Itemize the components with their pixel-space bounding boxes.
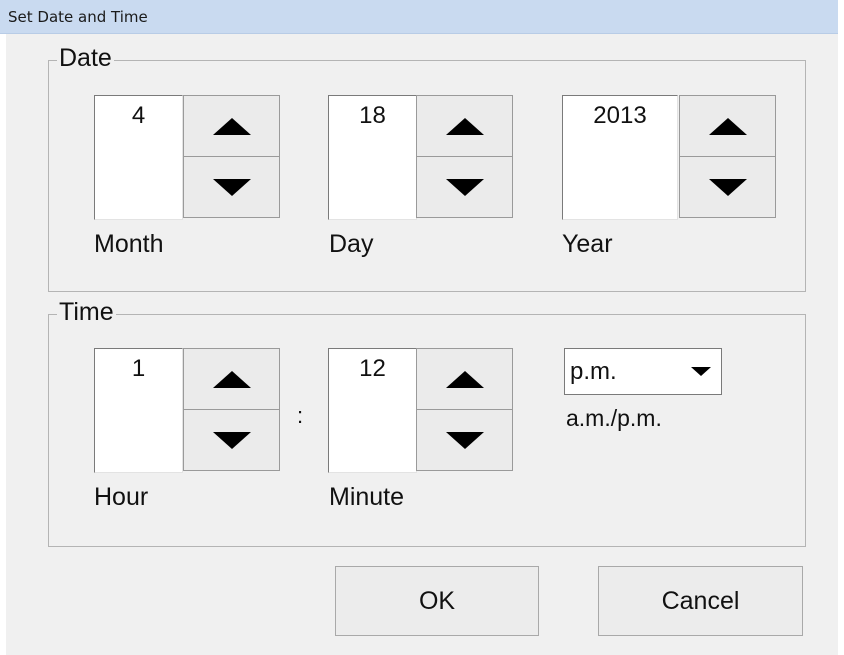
triangle-down-icon <box>445 431 484 449</box>
ampm-dropdown-button[interactable] <box>685 356 717 387</box>
minute-label: Minute <box>329 483 405 511</box>
triangle-up-icon <box>445 370 484 388</box>
day-label: Day <box>329 230 374 258</box>
year-up-button[interactable] <box>679 95 776 157</box>
triangle-up-icon <box>212 117 251 135</box>
year-down-button[interactable] <box>679 156 776 218</box>
month-value-box[interactable]: 4 <box>94 95 183 220</box>
minute-up-button[interactable] <box>416 348 513 410</box>
triangle-down-icon <box>212 178 251 196</box>
time-separator: : <box>297 403 304 428</box>
triangle-up-icon <box>445 117 484 135</box>
time-legend: Time <box>57 297 116 327</box>
date-legend: Date <box>57 43 114 73</box>
ampm-selected-value: p.m. <box>570 358 617 385</box>
month-down-button[interactable] <box>183 156 280 218</box>
minute-down-button[interactable] <box>416 409 513 471</box>
hour-value-box[interactable]: 1 <box>94 348 183 473</box>
triangle-up-icon <box>212 370 251 388</box>
window-title: Set Date and Time <box>8 8 148 26</box>
dialog-body: Date 4 Month 18 Day 2013 Year Time 1 Hou… <box>6 34 838 655</box>
hour-down-button[interactable] <box>183 409 280 471</box>
hour-label: Hour <box>94 483 149 511</box>
triangle-down-icon <box>445 178 484 196</box>
ampm-label: a.m./p.m. <box>566 405 662 431</box>
triangle-down-icon <box>212 431 251 449</box>
year-value-box[interactable]: 2013 <box>562 95 678 220</box>
title-bar: Set Date and Time <box>0 0 838 34</box>
year-label: Year <box>562 230 613 258</box>
day-value-box[interactable]: 18 <box>328 95 417 220</box>
day-up-button[interactable] <box>416 95 513 157</box>
ok-button[interactable]: OK <box>335 566 539 636</box>
chevron-down-icon <box>691 367 711 376</box>
day-down-button[interactable] <box>416 156 513 218</box>
hour-up-button[interactable] <box>183 348 280 410</box>
month-up-button[interactable] <box>183 95 280 157</box>
month-label: Month <box>94 230 164 258</box>
cancel-button[interactable]: Cancel <box>598 566 803 636</box>
triangle-down-icon <box>708 178 747 196</box>
minute-value-box[interactable]: 12 <box>328 348 417 473</box>
ampm-select[interactable]: p.m. <box>564 348 722 395</box>
triangle-up-icon <box>708 117 747 135</box>
